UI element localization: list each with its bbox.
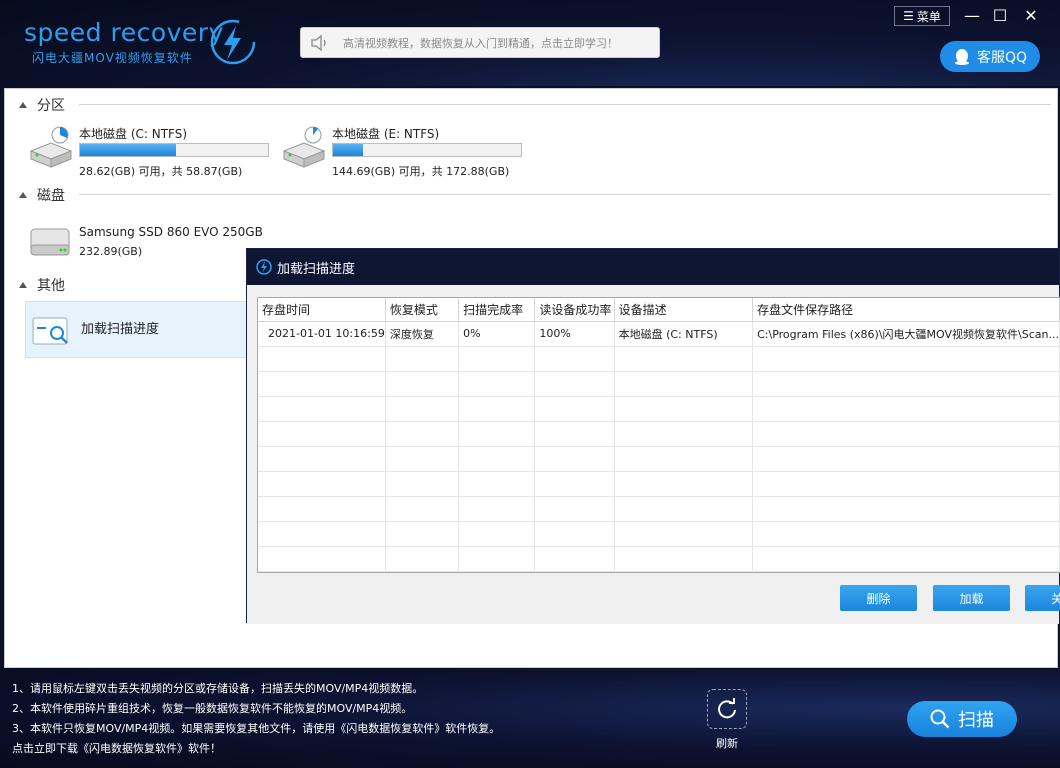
table-row-empty xyxy=(258,521,1060,547)
menu-button[interactable]: ☰ 菜单 xyxy=(894,6,950,26)
dialog-titlebar[interactable]: 加载扫描进度 xyxy=(247,249,1059,285)
usage-fill xyxy=(80,144,176,156)
delete-button[interactable]: 删除 xyxy=(840,585,917,611)
load-scan-progress-dialog: 加载扫描进度 存盘时间 恢复模式 扫描完成率 读设备成功率 设备描述 存盘文件保… xyxy=(246,248,1060,624)
scan-progress-table[interactable]: 存盘时间 恢复模式 扫描完成率 读设备成功率 设备描述 存盘文件保存路径 202… xyxy=(257,297,1060,573)
column-header[interactable]: 读设备成功率 xyxy=(534,298,615,322)
close-icon[interactable]: ✕ xyxy=(1021,6,1041,26)
dialog-title: 加载扫描进度 xyxy=(277,261,356,277)
section-partition[interactable]: 分区 xyxy=(19,95,65,115)
table-row-empty xyxy=(258,546,1060,572)
table-row-empty xyxy=(258,371,1060,397)
column-header[interactable]: 设备描述 xyxy=(614,298,754,322)
divider xyxy=(79,194,1051,195)
dialog-body: 存盘时间 恢复模式 扫描完成率 读设备成功率 设备描述 存盘文件保存路径 202… xyxy=(247,285,1060,624)
logo-title: speed recovery xyxy=(24,18,224,47)
column-header[interactable]: 扫描完成率 xyxy=(458,298,536,322)
search-icon xyxy=(930,709,950,729)
hard-drive-icon xyxy=(29,126,73,168)
refresh-button[interactable] xyxy=(707,689,747,729)
partition-size: 28.62(GB) 可用，共 58.87(GB) xyxy=(79,165,243,178)
load-scan-progress-label: 加载扫描进度 xyxy=(81,322,160,337)
speaker-icon xyxy=(311,34,326,51)
load-button[interactable]: 加载 xyxy=(933,585,1010,611)
menu-label: 菜单 xyxy=(916,9,941,24)
tip-line[interactable]: 3、本软件只恢复MOV/MP4视频。如果需要恢复其他文件，请使用《闪电数据恢复软… xyxy=(12,719,500,739)
table-cell: 0% xyxy=(458,321,536,347)
download-link[interactable]: 点击立即下载《闪电数据恢复软件》软件！ xyxy=(12,739,500,759)
close-button[interactable]: 关 xyxy=(1025,585,1060,611)
collapse-triangle-icon xyxy=(19,192,27,198)
notice-text: 高清视频教程，数据恢复从入门到精通，点击立即学习！ xyxy=(343,36,618,50)
partition-size: 144.69(GB) 可用，共 172.88(GB) xyxy=(332,165,510,178)
customer-service-qq-button[interactable]: 客服QQ xyxy=(940,41,1040,72)
partition-item-e[interactable]: 本地磁盘 (E: NTFS) 144.69(GB) 可用，共 172.88(GB… xyxy=(280,125,530,178)
partition-name: 本地磁盘 (C: NTFS) xyxy=(79,127,188,141)
table-row-empty xyxy=(258,346,1060,372)
tutorial-notice-bar[interactable]: 高清视频教程，数据恢复从入门到精通，点击立即学习！ xyxy=(300,27,660,58)
partition-name: 本地磁盘 (E: NTFS) xyxy=(332,127,440,141)
table-row-empty xyxy=(258,496,1060,522)
qq-icon xyxy=(954,48,969,65)
progress-table: 存盘时间 恢复模式 扫描完成率 读设备成功率 设备描述 存盘文件保存路径 202… xyxy=(258,298,1060,572)
maximize-icon[interactable]: ☐ xyxy=(990,6,1010,26)
tip-line: 2、本软件使用碎片重组技术，恢复一般数据恢复软件不能恢复的MOV/MP4视频。 xyxy=(12,702,413,715)
divider xyxy=(79,104,1051,105)
column-header[interactable]: 恢复模式 xyxy=(385,298,460,322)
qq-label: 客服QQ xyxy=(976,49,1028,66)
usage-fill xyxy=(333,144,364,156)
section-other[interactable]: 其他 xyxy=(19,275,65,295)
section-disk[interactable]: 磁盘 xyxy=(19,185,65,205)
section-partition-label: 分区 xyxy=(37,98,65,114)
table-cell: 本地磁盘 (C: NTFS) xyxy=(614,321,754,347)
app-logo: speed recovery 闪电大疆MOV视频恢复软件 xyxy=(24,18,224,66)
refresh-icon xyxy=(718,698,736,719)
app-header: speed recovery 闪电大疆MOV视频恢复软件 高清视频教程，数据恢复… xyxy=(0,0,1060,86)
section-other-label: 其他 xyxy=(37,278,65,294)
column-header[interactable]: 存盘文件保存路径 xyxy=(752,298,1060,322)
load-scan-progress-item[interactable]: 加载扫描进度 xyxy=(25,301,251,358)
table-cell: 100% xyxy=(534,321,615,347)
scan-label: 扫描 xyxy=(958,710,994,731)
disk-name: Samsung SSD 860 EVO 250GB xyxy=(79,225,263,239)
disk-size: 232.89(GB) xyxy=(79,245,143,258)
partition-usage-bar xyxy=(332,143,522,157)
table-row-empty xyxy=(258,396,1060,422)
lightning-logo-icon xyxy=(210,19,256,65)
partition-item-c[interactable]: 本地磁盘 (C: NTFS) 28.62(GB) 可用，共 58.87(GB) xyxy=(27,125,277,178)
partition-usage-bar xyxy=(79,143,269,157)
scan-progress-icon xyxy=(32,317,68,345)
table-header-row: 存盘时间 恢复模式 扫描完成率 读设备成功率 设备描述 存盘文件保存路径 xyxy=(258,298,1060,322)
collapse-triangle-icon xyxy=(19,102,27,108)
menu-icon: ☰ xyxy=(903,9,914,23)
table-row[interactable]: 2021-01-01 10:16:59 深度恢复 0% 100% 本地磁盘 (C… xyxy=(258,321,1060,347)
logo-subtitle: 闪电大疆MOV视频恢复软件 xyxy=(32,51,193,65)
lightning-logo-icon xyxy=(256,259,272,275)
disk-item-samsung[interactable]: Samsung SSD 860 EVO 250GB 232.89(GB) xyxy=(27,225,277,265)
ssd-icon xyxy=(30,228,70,256)
collapse-triangle-icon xyxy=(19,282,27,288)
tip-line: 1、请用鼠标左键双击丢失视频的分区或存储设备，扫描丢失的MOV/MP4视频数据。 xyxy=(12,682,424,695)
table-cell: 2021-01-01 10:16:59 xyxy=(258,321,386,347)
refresh-label: 刷新 xyxy=(716,737,738,750)
table-cell: C:\Program Files (x86)\闪电大疆MOV视频恢复软件\Sca… xyxy=(752,321,1060,347)
table-row-empty xyxy=(258,471,1060,497)
usage-tips: 1、请用鼠标左键双击丢失视频的分区或存储设备，扫描丢失的MOV/MP4视频数据。… xyxy=(12,679,500,759)
app-footer: 1、请用鼠标左键双击丢失视频的分区或存储设备，扫描丢失的MOV/MP4视频数据。… xyxy=(0,669,1060,768)
table-cell: 深度恢复 xyxy=(385,321,460,347)
table-row-empty xyxy=(258,446,1060,472)
scan-button[interactable]: 扫描 xyxy=(907,701,1017,737)
hard-drive-icon xyxy=(282,126,326,168)
minimize-icon[interactable]: — xyxy=(962,6,982,26)
section-disk-label: 磁盘 xyxy=(37,188,65,204)
table-row-empty xyxy=(258,421,1060,447)
column-header[interactable]: 存盘时间 xyxy=(258,298,386,322)
